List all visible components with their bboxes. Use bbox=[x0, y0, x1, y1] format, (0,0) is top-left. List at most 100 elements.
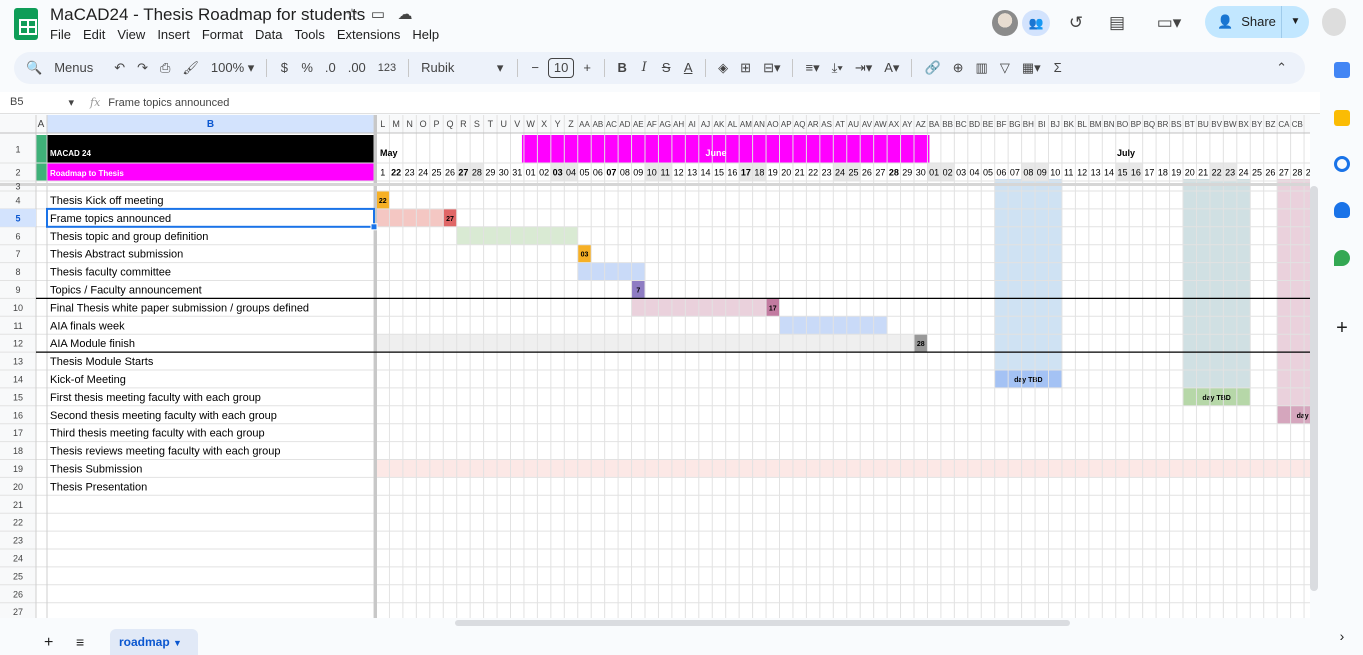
redo-icon[interactable]: ↷ bbox=[133, 56, 152, 80]
menu-file[interactable]: File bbox=[44, 27, 77, 43]
day-number: 28 bbox=[472, 168, 482, 178]
tasks-icon[interactable] bbox=[1334, 156, 1350, 172]
menu-data[interactable]: Data bbox=[249, 27, 288, 43]
cloud-status-icon[interactable]: ☁ bbox=[397, 7, 413, 23]
menu-view[interactable]: View bbox=[111, 27, 151, 43]
chevron-down-icon[interactable]: ▾ bbox=[491, 56, 509, 80]
column-header-b: B bbox=[207, 119, 214, 130]
name-box[interactable]: B5 ▾ bbox=[0, 96, 82, 109]
menu-help[interactable]: Help bbox=[406, 27, 445, 43]
add-addon-icon[interactable]: + bbox=[1334, 318, 1350, 338]
sheet-tab-label: roadmap bbox=[119, 635, 170, 649]
star-icon[interactable]: ☆ bbox=[344, 7, 360, 23]
comments-icon[interactable]: ▤ bbox=[1103, 9, 1131, 37]
search-icon[interactable]: 🔍 bbox=[16, 56, 46, 80]
horizontal-align-icon[interactable]: ≡▾ bbox=[801, 56, 823, 80]
undo-icon[interactable]: ↶ bbox=[110, 56, 129, 80]
meet-presence-icon[interactable]: 👥 bbox=[1022, 10, 1050, 36]
collapse-toolbar-icon[interactable]: ⌃ bbox=[1272, 56, 1291, 80]
sheets-logo[interactable] bbox=[14, 8, 38, 40]
day-number: 27 bbox=[875, 168, 885, 178]
menu-edit[interactable]: Edit bbox=[77, 27, 111, 43]
text-color-icon[interactable]: A bbox=[679, 56, 697, 80]
task-name-cell: AIA finals week bbox=[50, 320, 125, 332]
italic-icon[interactable]: I bbox=[635, 56, 653, 80]
decrease-decimal-button[interactable]: .0 bbox=[321, 56, 340, 80]
day-number: 14 bbox=[1104, 168, 1114, 178]
fill-handle[interactable] bbox=[370, 223, 378, 231]
spreadsheet-grid[interactable]: 22270371728day TBDday TBDday TBDABLMNOPQ… bbox=[0, 115, 1310, 618]
task-name-cell: Thesis Presentation bbox=[50, 481, 147, 493]
day-number: 16 bbox=[727, 168, 737, 178]
functions-icon[interactable]: Σ bbox=[1049, 56, 1067, 80]
day-number: 13 bbox=[687, 168, 697, 178]
insert-chart-icon[interactable]: ▥ bbox=[972, 56, 992, 80]
increase-decimal-button[interactable]: .00 bbox=[344, 56, 370, 80]
merge-cells-icon[interactable]: ⊟▾ bbox=[759, 56, 784, 80]
freeze-row-divider[interactable] bbox=[0, 183, 1310, 186]
print-icon[interactable]: ⎙ bbox=[156, 56, 174, 80]
zoom-select[interactable]: 100% ▾ bbox=[207, 56, 258, 80]
toolbar: 🔍 Menus ↶ ↷ ⎙ 🖌 100% ▾ $ % .0 .00 123 Ru… bbox=[14, 52, 1305, 84]
divider bbox=[792, 59, 794, 77]
menu-tools[interactable]: Tools bbox=[288, 27, 330, 43]
keep-icon[interactable] bbox=[1334, 110, 1350, 126]
text-wrapping-icon[interactable]: ⇥▾ bbox=[851, 56, 876, 80]
document-title[interactable]: MaCAD24 - Thesis Roadmap for students bbox=[50, 5, 365, 25]
menu-format[interactable]: Format bbox=[196, 27, 249, 43]
freeze-column-divider[interactable] bbox=[374, 115, 377, 618]
increase-font-size-icon[interactable]: + bbox=[578, 56, 596, 80]
row-number: 23 bbox=[13, 536, 23, 546]
menu-search-input[interactable]: Menus bbox=[50, 56, 106, 80]
column-header-letter: AN bbox=[754, 120, 765, 129]
text-rotation-icon[interactable]: A▾ bbox=[880, 56, 903, 80]
menu-insert[interactable]: Insert bbox=[151, 27, 196, 43]
day-number: 24 bbox=[1239, 168, 1249, 178]
formula-input[interactable]: Frame topics announced bbox=[108, 97, 229, 109]
insert-link-icon[interactable]: 🔗 bbox=[920, 56, 944, 80]
font-select[interactable]: Rubik bbox=[417, 56, 487, 80]
sheet-tab-roadmap[interactable]: roadmap ▼ bbox=[110, 629, 198, 655]
calendar-icon[interactable] bbox=[1334, 62, 1350, 78]
strikethrough-icon[interactable]: S bbox=[657, 56, 675, 80]
filter-views-icon[interactable]: ▦▾ bbox=[1018, 56, 1045, 80]
row-number: 26 bbox=[13, 589, 23, 599]
paint-format-icon[interactable]: 🖌 bbox=[178, 56, 203, 80]
month-label: May bbox=[380, 148, 398, 158]
horizontal-scrollbar[interactable] bbox=[455, 620, 1070, 626]
column-header-letter: AL bbox=[728, 120, 738, 129]
share-button[interactable]: 👤 Share ▼ bbox=[1205, 6, 1309, 38]
filter-icon[interactable]: ▽ bbox=[996, 56, 1014, 80]
bold-icon[interactable]: B bbox=[613, 56, 631, 80]
move-folder-icon[interactable]: ▭ bbox=[370, 7, 386, 23]
font-size-input[interactable]: 10 bbox=[548, 58, 575, 78]
all-sheets-icon[interactable]: ≡ bbox=[76, 634, 84, 650]
day-number: 07 bbox=[606, 168, 616, 178]
expand-panel-icon[interactable]: › bbox=[1334, 628, 1350, 644]
day-number: 15 bbox=[1117, 168, 1127, 178]
share-dropdown-icon[interactable]: ▼ bbox=[1281, 6, 1309, 38]
fill-color-icon[interactable]: ◈ bbox=[714, 56, 732, 80]
percent-button[interactable]: % bbox=[297, 56, 317, 80]
maps-icon[interactable] bbox=[1334, 250, 1350, 266]
history-icon[interactable]: ↺ bbox=[1062, 9, 1090, 37]
contacts-icon[interactable] bbox=[1334, 202, 1350, 218]
day-number: 12 bbox=[1077, 168, 1087, 178]
borders-icon[interactable]: ⊞ bbox=[736, 56, 755, 80]
vertical-align-icon[interactable]: ⤓▾ bbox=[828, 56, 847, 80]
decrease-font-size-icon[interactable]: − bbox=[526, 56, 544, 80]
account-avatar[interactable] bbox=[1322, 8, 1346, 36]
collaborator-avatar[interactable] bbox=[992, 10, 1018, 36]
task-name-cell: Thesis Kick off meeting bbox=[50, 195, 164, 207]
currency-button[interactable]: $ bbox=[275, 56, 293, 80]
column-header-letter: BX bbox=[1238, 120, 1249, 129]
meet-video-icon[interactable]: ▭▾ bbox=[1148, 9, 1190, 37]
menu-extensions[interactable]: Extensions bbox=[331, 27, 407, 43]
day-number: 02 bbox=[943, 168, 953, 178]
vertical-scrollbar[interactable] bbox=[1310, 186, 1318, 591]
day-number: 28 bbox=[1292, 168, 1302, 178]
add-sheet-icon[interactable]: + bbox=[44, 634, 53, 652]
day-number: 22 bbox=[1212, 168, 1222, 178]
number-format-button[interactable]: 123 bbox=[374, 56, 400, 80]
insert-comment-icon[interactable]: ⊕ bbox=[949, 56, 968, 80]
